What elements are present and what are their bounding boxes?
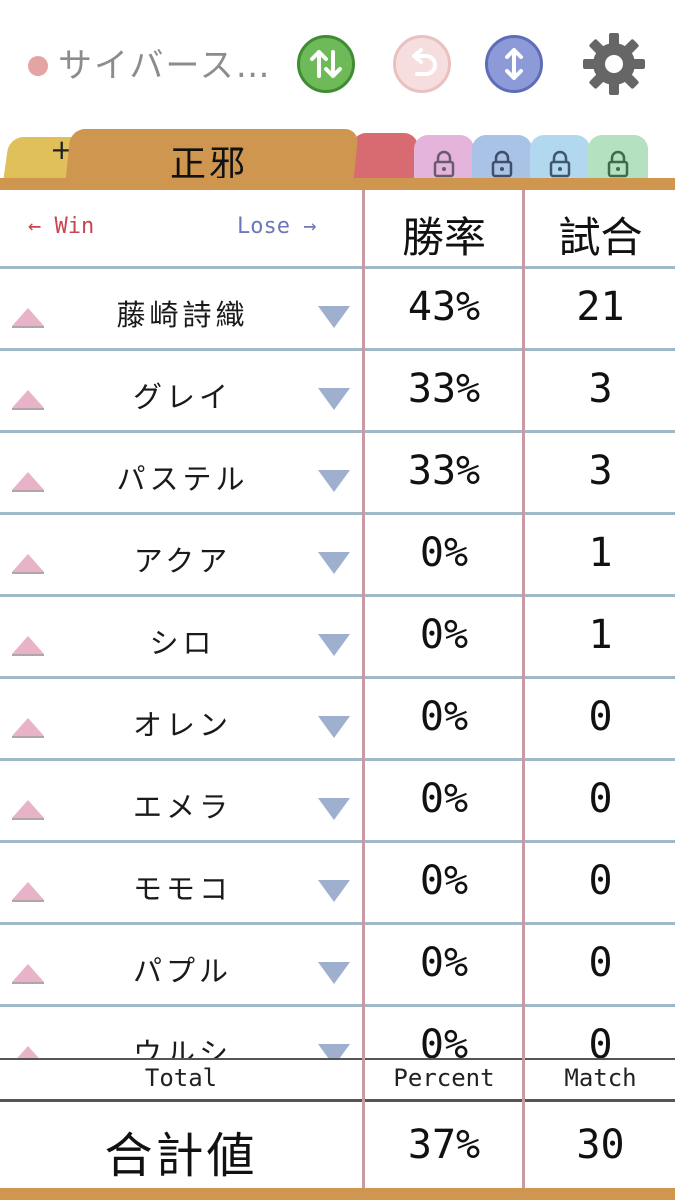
lock-icon — [433, 150, 455, 178]
table-row: 藤崎詩織 43% 21 — [0, 268, 675, 350]
lose-arrow-icon[interactable] — [318, 388, 350, 410]
row-games: 1 — [588, 612, 613, 658]
swap-button[interactable] — [297, 35, 355, 93]
table-row: グレイ 33% 3 — [0, 350, 675, 432]
deck-title[interactable]: サイバース… — [58, 42, 283, 90]
table-row: エメラ 0% 0 — [0, 760, 675, 842]
win-arrow-icon[interactable] — [12, 554, 44, 574]
column-divider — [522, 190, 525, 1188]
table-row: パステル 33% 3 — [0, 432, 675, 514]
win-arrow-icon[interactable] — [12, 390, 44, 410]
percent-label: Percent — [393, 1064, 495, 1092]
lose-arrow-icon[interactable] — [318, 798, 350, 820]
win-arrow-icon[interactable] — [12, 472, 44, 492]
win-arrow-icon[interactable] — [12, 308, 44, 328]
lock-icon — [607, 150, 629, 178]
row-win-rate: 43% — [407, 284, 481, 330]
row-win-rate: 33% — [407, 448, 481, 494]
opponent-name[interactable]: エメラ — [60, 784, 305, 826]
lose-hint: Lose → — [237, 214, 317, 239]
games-header: 試合 — [558, 213, 643, 262]
sum-label: 合計値 — [104, 1128, 258, 1184]
row-win-rate: 33% — [407, 366, 481, 412]
lock-icon — [491, 150, 513, 178]
table-header: ← Win Lose → 勝率 試合 — [0, 190, 675, 268]
win-arrow-icon[interactable] — [12, 964, 44, 984]
lose-arrow-icon[interactable] — [318, 880, 350, 902]
undo-icon — [412, 48, 437, 76]
opponent-name[interactable]: ウルシ — [60, 1030, 305, 1060]
row-win-rate: 0% — [419, 776, 469, 822]
row-games: 3 — [588, 366, 613, 412]
lose-arrow-icon[interactable] — [318, 552, 350, 574]
opponent-name[interactable]: アクア — [60, 538, 305, 580]
lock-icon — [549, 150, 571, 178]
top-band — [0, 178, 675, 190]
row-win-rate: 0% — [419, 612, 469, 658]
deck-tabs: + 正邪 — [0, 125, 675, 185]
table-row: パプル 0% 0 — [0, 924, 675, 1006]
row-win-rate: 0% — [419, 858, 469, 904]
opponent-name[interactable]: 藤崎詩織 — [60, 292, 305, 334]
row-win-rate: 0% — [419, 940, 469, 986]
gear-icon — [583, 33, 645, 95]
opponent-name[interactable]: グレイ — [60, 374, 305, 416]
undo-button[interactable] — [393, 35, 451, 93]
row-games: 0 — [588, 776, 613, 822]
opponent-name[interactable]: オレン — [60, 702, 305, 744]
lose-arrow-icon[interactable] — [318, 634, 350, 656]
total-label: Total — [144, 1064, 218, 1092]
status-dot — [28, 56, 48, 76]
win-arrow-icon[interactable] — [12, 882, 44, 902]
footer-totals: 合計値 37% 30 — [0, 1102, 675, 1188]
win-hint: ← Win — [28, 214, 95, 239]
app-screen: サイバース… + 正邪 ← Win Lose → 勝率 試合 藤崎詩織 43% … — [0, 0, 675, 1200]
row-games: 0 — [588, 694, 613, 740]
win-arrow-icon[interactable] — [12, 800, 44, 820]
expand-button[interactable] — [485, 35, 543, 93]
lose-arrow-icon[interactable] — [318, 962, 350, 984]
row-games: 0 — [588, 858, 613, 904]
settings-button[interactable] — [580, 30, 648, 98]
table-row: アクア 0% 1 — [0, 514, 675, 596]
row-games: 21 — [576, 284, 625, 330]
lose-arrow-icon[interactable] — [318, 470, 350, 492]
match-label: Match — [564, 1064, 637, 1092]
table-row: オレン 0% 0 — [0, 678, 675, 760]
vertical-arrows-icon — [505, 48, 523, 80]
table-row: ウルシ 0% 0 — [0, 1006, 675, 1060]
footer-labels: Total Percent Match — [0, 1060, 675, 1100]
table-row: シロ 0% 1 — [0, 596, 675, 678]
total-games: 30 — [576, 1122, 625, 1168]
win-arrow-icon[interactable] — [12, 718, 44, 738]
swap-arrows-icon — [310, 50, 342, 78]
row-win-rate: 0% — [419, 1022, 469, 1060]
opponent-name[interactable]: シロ — [60, 620, 305, 662]
opponent-list: 藤崎詩織 43% 21 グレイ 33% 3 パステル 33% 3 アクア 0% — [0, 268, 675, 1060]
bottom-band — [0, 1188, 675, 1200]
row-games: 1 — [588, 530, 613, 576]
opponent-name[interactable]: モモコ — [60, 866, 305, 908]
row-win-rate: 0% — [419, 694, 469, 740]
lose-arrow-icon[interactable] — [318, 716, 350, 738]
row-games: 3 — [588, 448, 613, 494]
win-rate-header: 勝率 — [401, 213, 486, 262]
table-row: モモコ 0% 0 — [0, 842, 675, 924]
opponent-name[interactable]: パプル — [60, 948, 305, 990]
win-arrow-icon[interactable] — [12, 636, 44, 656]
lose-arrow-icon[interactable] — [318, 306, 350, 328]
row-games: 0 — [588, 940, 613, 986]
column-divider — [362, 190, 365, 1188]
top-bar: サイバース… — [0, 0, 675, 125]
total-win-rate: 37% — [407, 1122, 481, 1168]
opponent-name[interactable]: パステル — [60, 456, 305, 498]
row-win-rate: 0% — [419, 530, 469, 576]
row-games: 0 — [588, 1022, 613, 1060]
